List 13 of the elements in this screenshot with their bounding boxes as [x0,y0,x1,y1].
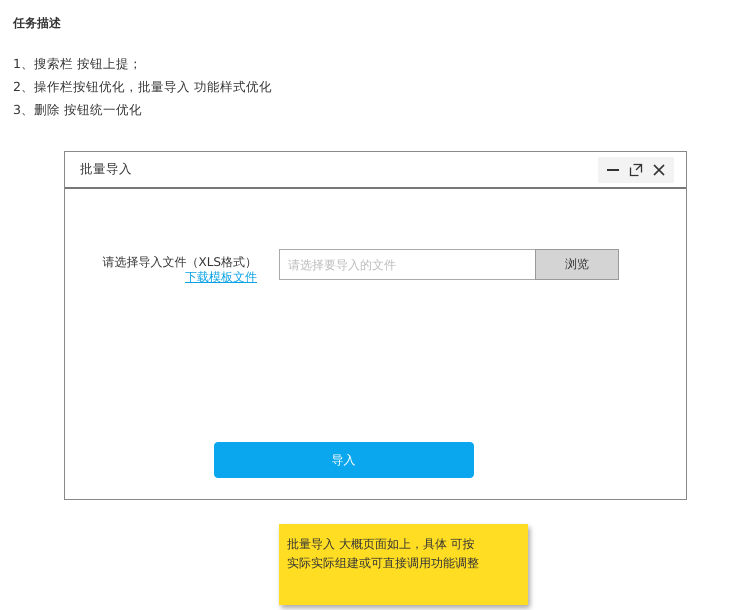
file-field[interactable]: 请选择要导入的文件 [279,249,535,280]
file-label: 请选择导入文件（XLS格式） [102,255,257,270]
maximize-icon[interactable] [629,162,643,176]
task-title: 任务描述 [13,15,62,32]
close-icon[interactable] [652,162,666,176]
task-item: 1、搜索栏 按钮上提； [13,55,143,73]
note-text: 批量导入 大概页面如上，具体 可按实际实际组建或可直接调用功能调整 [287,536,480,572]
template-link[interactable]: 下载模板文件 [185,270,257,285]
task-item: 3、删除 按钮统一优化 [13,101,143,119]
task-item: 2、操作栏按钮优化，批量导入 功能样式优化 [13,78,273,96]
import-button[interactable]: 导入 [214,442,474,478]
browse-button[interactable]: 浏览 [535,249,619,280]
dialog-title: 批量导入 [80,161,132,178]
